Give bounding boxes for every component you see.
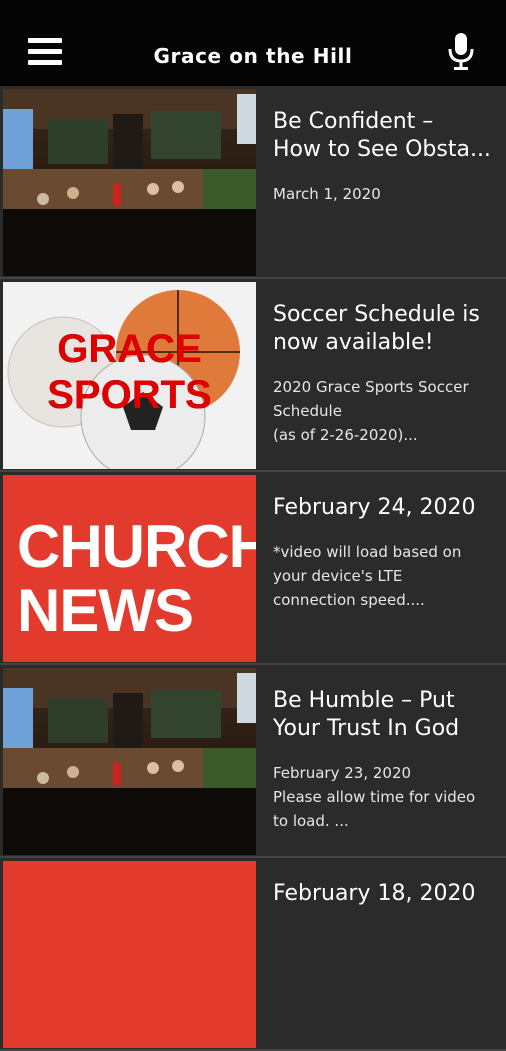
item-subtitle: February 23, 2020 Please allow time for … <box>273 764 476 830</box>
church-news-logo-text: CHURCH NEWS <box>17 513 256 644</box>
page-title: Grace on the Hill <box>153 44 353 68</box>
item-subtitle: *video will load based on your device's … <box>273 543 462 609</box>
item-title: Be Humble – Put Your Trust In God <box>273 688 460 741</box>
app-header: Grace on the Hill <box>0 0 506 86</box>
list-item[interactable]: CHURCH NEWS February 24, 2020 *video wil… <box>0 472 506 665</box>
item-title: February 18, 2020 <box>273 881 476 906</box>
item-title: Soccer Schedule is now available! <box>273 302 480 355</box>
grace-sports-thumbnail: GRACE SPORTS <box>3 282 256 469</box>
church-news-thumbnail <box>3 861 256 1048</box>
list-item[interactable]: Be Humble – Put Your Trust In God Februa… <box>0 665 506 858</box>
item-subtitle: 2020 Grace Sports Soccer Schedule (as of… <box>273 378 469 444</box>
list-item[interactable]: GRACE SPORTS Soccer Schedule is now avai… <box>0 279 506 472</box>
list-item[interactable]: February 18, 2020 <box>0 858 506 1051</box>
item-title: Be Confident – How to See Obsta... <box>273 109 491 162</box>
list-item[interactable]: Be Confident – How to See Obsta... March… <box>0 86 506 279</box>
sermon-thumbnail <box>3 668 256 855</box>
grace-sports-logo-text: GRACE SPORTS <box>47 327 212 417</box>
item-subtitle: March 1, 2020 <box>273 185 381 203</box>
church-news-thumbnail: CHURCH NEWS <box>3 475 256 662</box>
item-title: February 24, 2020 <box>273 495 476 520</box>
microphone-icon[interactable] <box>446 32 476 70</box>
sermon-thumbnail <box>3 89 256 276</box>
